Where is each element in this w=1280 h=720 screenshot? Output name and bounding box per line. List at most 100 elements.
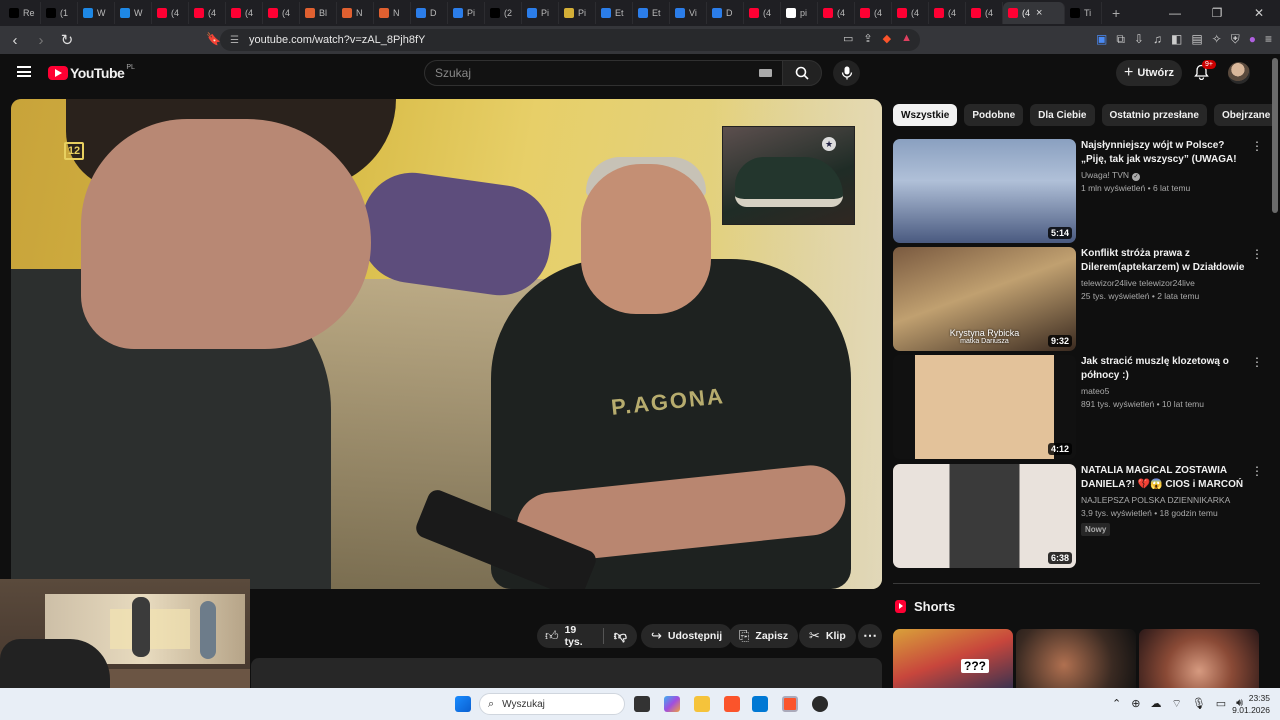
video-channel[interactable]: Uwaga! TVN: [1081, 170, 1129, 180]
browser-tab[interactable]: Ti: [1065, 2, 1102, 24]
related-video-item[interactable]: 4:12 Jak stracić muszlę klozetową o półno…: [893, 355, 1268, 459]
more-actions-button[interactable]: ⋯: [858, 624, 882, 648]
short-thumbnail[interactable]: [1139, 629, 1259, 689]
menu-burger-icon[interactable]: [17, 66, 31, 77]
browser-tab[interactable]: (4: [189, 2, 226, 24]
create-button[interactable]: + Utwórz: [1116, 60, 1182, 86]
close-window-icon[interactable]: ✕: [1238, 6, 1280, 20]
maximize-icon[interactable]: ❐: [1196, 6, 1238, 20]
avatar[interactable]: [1228, 62, 1250, 84]
browser-tab[interactable]: Pi: [522, 2, 559, 24]
windows-start-icon[interactable]: [455, 696, 471, 712]
brave-shield-icon[interactable]: ◆: [883, 32, 891, 45]
brave-active-icon[interactable]: [782, 696, 798, 712]
new-tab-button[interactable]: +: [1112, 5, 1120, 21]
search-input[interactable]: Szukaj: [424, 60, 783, 86]
browser-tab[interactable]: W: [78, 2, 115, 24]
scrollbar[interactable]: [1272, 58, 1278, 213]
video-title[interactable]: Najsłynniejszy wójt w Polsce? „Piję, tak…: [1081, 139, 1246, 167]
video-title[interactable]: Jak stracić muszlę klozetową o północy :…: [1081, 355, 1246, 383]
brave-icon[interactable]: [724, 696, 740, 712]
browser-tab[interactable]: Pi: [448, 2, 485, 24]
browser-tab[interactable]: pi: [781, 2, 818, 24]
browser-tab[interactable]: (2: [485, 2, 522, 24]
bookmark-icon[interactable]: 🔖: [206, 32, 221, 46]
short-thumbnail[interactable]: [1016, 629, 1136, 689]
browser-tab[interactable]: W: [115, 2, 152, 24]
browser-tab[interactable]: (1: [41, 2, 78, 24]
browser-tab[interactable]: N: [337, 2, 374, 24]
minimize-icon[interactable]: —: [1154, 6, 1196, 20]
video-title[interactable]: Konflikt stróża prawa z Dilerem(aptekarz…: [1081, 247, 1246, 275]
browser-tab[interactable]: (4: [892, 2, 929, 24]
url-field[interactable]: 🔖 ☰ youtube.com/watch?v=zAL_8Pjh8fY ▭ ⇪ …: [206, 29, 920, 51]
filter-chip[interactable]: Obejrzane: [1213, 104, 1279, 126]
video-thumbnail[interactable]: Krystyna Rybicka matka Dariusza 9:32: [893, 247, 1076, 351]
browser-tab[interactable]: (4: [744, 2, 781, 24]
filter-chip[interactable]: Podobne: [964, 104, 1024, 126]
browser-tab[interactable]: Pi: [559, 2, 596, 24]
browser-tab[interactable]: (4: [818, 2, 855, 24]
video-channel[interactable]: mateo5: [1081, 386, 1109, 396]
wallet-icon[interactable]: ▤: [1191, 32, 1202, 47]
menu-icon[interactable]: ≡: [1265, 32, 1272, 47]
shield-icon[interactable]: ⛨: [1231, 32, 1240, 47]
wifi-icon[interactable]: ⌔: [1171, 697, 1181, 711]
kebab-menu-icon[interactable]: ⋮: [1251, 356, 1263, 368]
browser-tab[interactable]: (4: [226, 2, 263, 24]
music-icon[interactable]: ♫: [1153, 32, 1162, 47]
clock[interactable]: 23:35 9.01.2026: [1232, 692, 1270, 716]
browser-tab[interactable]: Et: [596, 2, 633, 24]
video-thumbnail[interactable]: 5:14: [893, 139, 1076, 243]
back-icon[interactable]: ‹: [4, 32, 26, 49]
cloud-icon[interactable]: ☁: [1150, 697, 1161, 711]
file-explorer-icon[interactable]: [694, 696, 710, 712]
share-page-icon[interactable]: ⇪: [863, 32, 872, 45]
short-thumbnail[interactable]: ???: [893, 629, 1013, 689]
cast-icon[interactable]: ▭: [843, 32, 853, 45]
sidebar-icon[interactable]: ◧: [1171, 32, 1182, 47]
reload-icon[interactable]: ↻: [56, 31, 78, 49]
search-button[interactable]: [782, 60, 822, 86]
app-icon[interactable]: [812, 696, 828, 712]
clip-button[interactable]: ✂ Klip: [799, 624, 856, 648]
related-video-item[interactable]: 6:38 NATALIA MAGICAL ZOSTAWIA DANIELA?! 💔…: [893, 464, 1268, 568]
video-title[interactable]: NATALIA MAGICAL ZOSTAWIA DANIELA?! 💔😱 CI…: [1081, 464, 1246, 492]
filter-chip[interactable]: Wszystkie: [893, 104, 958, 126]
filter-chip[interactable]: Dla Ciebie: [1030, 104, 1095, 126]
video-thumbnail[interactable]: 4:12: [893, 355, 1076, 459]
browser-tab[interactable]: Vi: [670, 2, 707, 24]
display-icon[interactable]: ▭: [1216, 697, 1226, 711]
browser-tab[interactable]: N: [374, 2, 411, 24]
browser-tab[interactable]: D: [411, 2, 448, 24]
related-video-item[interactable]: Krystyna Rybicka matka Dariusza 9:32 Konfli…: [893, 247, 1268, 351]
youtube-logo[interactable]: YouTube PL: [48, 64, 135, 81]
network-tray-icon[interactable]: ⊕: [1131, 697, 1140, 711]
like-button[interactable]: 👍︎ 19 tys.: [537, 624, 604, 648]
chevron-up-icon[interactable]: ⌃: [1112, 697, 1121, 711]
video-player[interactable]: P.AGONA 12 ★: [11, 99, 882, 589]
video-channel[interactable]: NAJLEPSZA POLSKA DZIENNIKARKA: [1081, 495, 1230, 505]
store-icon[interactable]: [752, 696, 768, 712]
proton-icon[interactable]: ●: [1249, 32, 1256, 47]
browser-tab-active[interactable]: (4 ×: [1003, 2, 1065, 24]
save-button[interactable]: ⎘ Zapisz: [729, 624, 799, 648]
task-view-icon[interactable]: [634, 696, 650, 712]
dislike-button[interactable]: 👎︎: [604, 628, 637, 644]
browser-tab[interactable]: (4: [152, 2, 189, 24]
browser-tab[interactable]: (4: [929, 2, 966, 24]
kebab-menu-icon[interactable]: ⋮: [1251, 465, 1263, 477]
browser-tab[interactable]: (4: [855, 2, 892, 24]
browser-tab[interactable]: (4: [966, 2, 1003, 24]
copilot-icon[interactable]: [664, 696, 680, 712]
browser-tab[interactable]: Et: [633, 2, 670, 24]
close-tab-icon[interactable]: ×: [1036, 7, 1042, 19]
notifications-button[interactable]: 9+: [1194, 60, 1216, 85]
related-video-item[interactable]: 5:14 Najsłynniejszy wójt w Polsce? „Piję,…: [893, 139, 1268, 243]
leo-icon[interactable]: ✧: [1212, 32, 1222, 47]
browser-tab[interactable]: Re: [4, 2, 41, 24]
browser-tab[interactable]: Bl: [300, 2, 337, 24]
filter-chip[interactable]: Ostatnio przesłane: [1101, 104, 1207, 126]
brave-rewards-icon[interactable]: ▲: [901, 32, 912, 45]
kebab-menu-icon[interactable]: ⋮: [1251, 140, 1263, 152]
